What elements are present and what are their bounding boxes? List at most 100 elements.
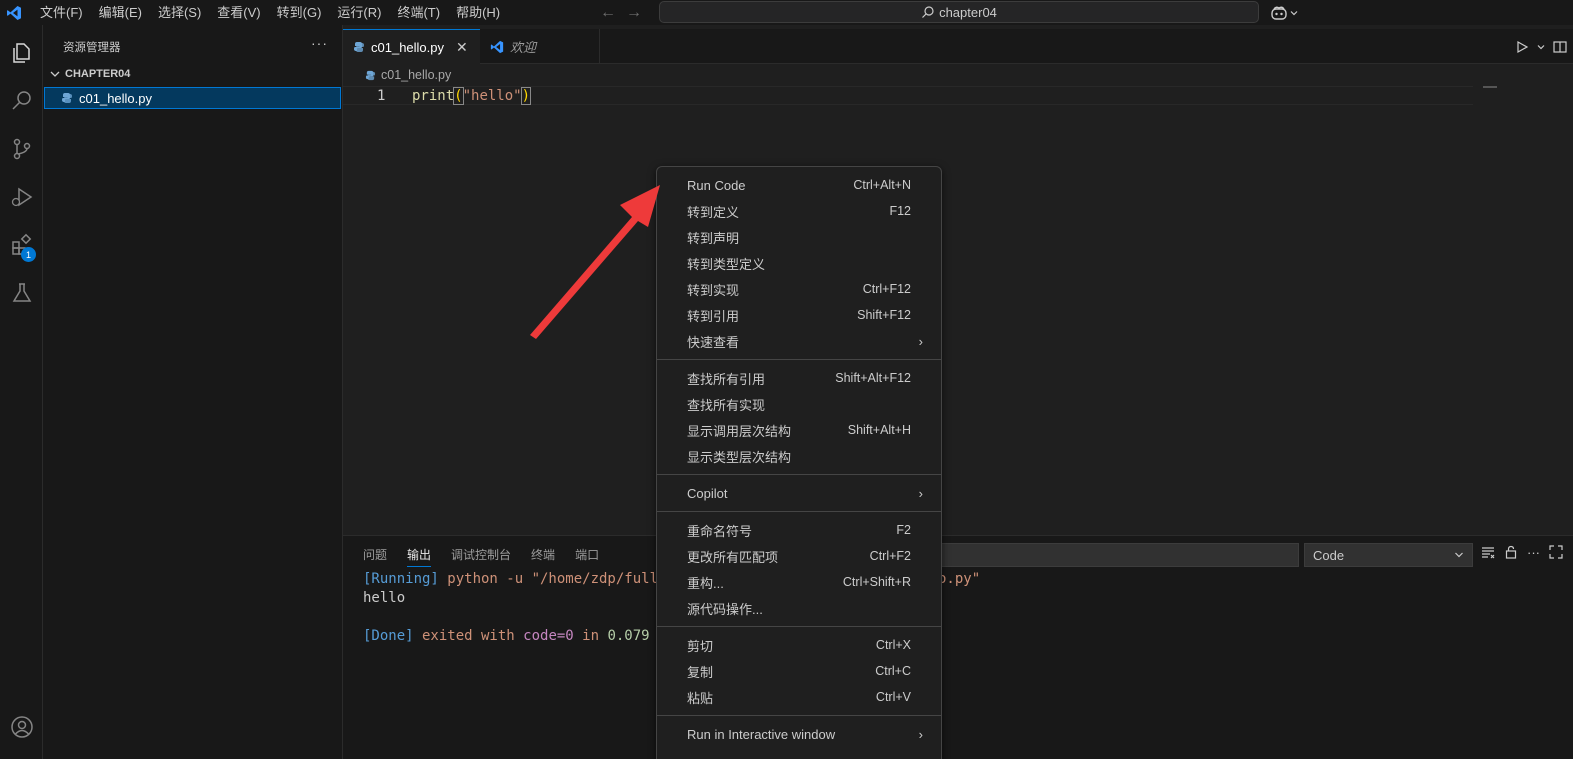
menu-item-shortcut: Ctrl+V bbox=[875, 690, 911, 704]
copilot-button[interactable] bbox=[1270, 0, 1298, 25]
context-menu-item[interactable]: Run in Interactive window › bbox=[657, 721, 941, 747]
context-menu-item[interactable]: 显示类型层次结构 bbox=[657, 443, 941, 469]
tab-debug-console[interactable]: 调试控制台 bbox=[451, 546, 511, 567]
output-exit-code: code=0 bbox=[523, 628, 574, 644]
maximize-icon[interactable] bbox=[1549, 545, 1563, 559]
breadcrumb[interactable]: c01_hello.py bbox=[365, 68, 451, 82]
bottom-panel: 问题 输出 调试控制台 终端 端口 Code ··· [Running] pyt… bbox=[343, 535, 1573, 759]
search-icon bbox=[922, 6, 934, 18]
menu-go[interactable]: 转到(G) bbox=[269, 0, 330, 25]
testing-icon[interactable] bbox=[0, 273, 43, 313]
tab-output[interactable]: 输出 bbox=[407, 546, 432, 567]
chevron-down-icon[interactable] bbox=[1537, 43, 1545, 51]
split-editor-icon[interactable] bbox=[1553, 40, 1567, 54]
menu-item-label: 查找所有实现 bbox=[687, 397, 766, 413]
context-menu-item[interactable]: 重命名符号 F2 bbox=[657, 517, 941, 543]
tab-c01-hello[interactable]: c01_hello.py ✕ bbox=[343, 29, 480, 64]
context-menu-item[interactable]: 重构... Ctrl+Shift+R bbox=[657, 569, 941, 595]
context-menu-item[interactable]: 复制 Ctrl+C bbox=[657, 658, 941, 684]
tab-welcome[interactable]: 欢迎 bbox=[480, 29, 600, 64]
context-menu-item[interactable]: 查找所有实现 bbox=[657, 391, 941, 417]
menu-selection[interactable]: 选择(S) bbox=[150, 0, 209, 25]
menu-item-label: 剪切 bbox=[687, 638, 714, 654]
tab-terminal[interactable]: 终端 bbox=[531, 546, 555, 567]
context-menu-item[interactable]: 转到实现 Ctrl+F12 bbox=[657, 276, 941, 302]
context-menu-item[interactable]: 源代码操作... bbox=[657, 595, 941, 621]
tab-problems[interactable]: 问题 bbox=[363, 546, 387, 567]
more-actions-icon[interactable]: ··· bbox=[311, 35, 328, 51]
vscode-logo-icon bbox=[0, 0, 28, 25]
output-filter-input[interactable] bbox=[939, 543, 1299, 567]
editor-actions bbox=[1515, 29, 1567, 64]
menu-item-shortcut: F12 bbox=[889, 204, 911, 218]
navigation-arrows: ← → bbox=[600, 0, 642, 25]
menu-terminal[interactable]: 终端(T) bbox=[389, 0, 448, 25]
python-file-icon bbox=[354, 42, 364, 52]
chevron-down-icon bbox=[1455, 552, 1463, 558]
menu-view[interactable]: 查看(V) bbox=[209, 0, 268, 25]
clear-output-icon[interactable] bbox=[1481, 545, 1495, 559]
account-icon[interactable] bbox=[0, 707, 43, 747]
context-menu-item[interactable]: 更改所有匹配项 Ctrl+F2 bbox=[657, 543, 941, 569]
menu-item-label: 转到类型定义 bbox=[687, 256, 766, 272]
menu-item-label: 粘贴 bbox=[687, 690, 714, 706]
context-menu-item[interactable]: 显示调用层次结构 Shift+Alt+H bbox=[657, 417, 941, 443]
python-file-icon bbox=[365, 70, 376, 80]
menu-item-label: 复制 bbox=[687, 664, 714, 680]
context-menu: Run Code Ctrl+Alt+N 转到定义 F12 转到声明 转到类型定义 转到实现 C… bbox=[656, 166, 942, 759]
vscode-logo-icon bbox=[490, 40, 504, 53]
menu-item-label: 转到引用 bbox=[687, 308, 740, 324]
close-icon[interactable]: ✕ bbox=[456, 39, 468, 56]
context-menu-item[interactable]: 快速查看 › bbox=[657, 328, 941, 354]
run-icon[interactable] bbox=[1515, 40, 1529, 54]
red-arrow-annotation bbox=[530, 185, 660, 339]
menu-file[interactable]: 文件(F) bbox=[32, 0, 91, 25]
line-number: 1 bbox=[377, 88, 386, 104]
context-menu-item[interactable]: Copilot › bbox=[657, 480, 941, 506]
menu-separator bbox=[657, 626, 941, 627]
menu-item-shortcut: Shift+Alt+F12 bbox=[835, 371, 911, 385]
tab-label: c01_hello.py bbox=[371, 39, 444, 55]
menu-edit[interactable]: 编辑(E) bbox=[91, 0, 150, 25]
menu-item-label: 源代码操作... bbox=[687, 601, 763, 617]
explorer-icon[interactable] bbox=[0, 33, 43, 73]
tab-ports[interactable]: 端口 bbox=[575, 546, 599, 567]
menu-item-label: 转到实现 bbox=[687, 282, 740, 298]
output-channel-select[interactable]: Code bbox=[1304, 543, 1473, 567]
output-command: python -u "/home/zdp/full bbox=[438, 571, 659, 587]
code-line[interactable]: 1 print("hello") bbox=[343, 86, 1473, 105]
lock-icon[interactable] bbox=[1504, 545, 1518, 559]
menu-item-label: 快速查看 bbox=[687, 334, 740, 350]
minimap[interactable] bbox=[1483, 86, 1497, 88]
more-icon[interactable]: ··· bbox=[1527, 545, 1540, 560]
chevron-down-icon bbox=[1290, 10, 1298, 15]
command-center-search[interactable]: chapter04 bbox=[659, 1, 1259, 23]
back-arrow-icon[interactable]: ← bbox=[600, 4, 616, 22]
context-menu-item[interactable]: 查找所有引用 Shift+Alt+F12 bbox=[657, 365, 941, 391]
context-menu-item[interactable]: 转到类型定义 bbox=[657, 250, 941, 276]
file-item-c01-hello[interactable]: c01_hello.py bbox=[44, 87, 341, 109]
forward-arrow-icon[interactable]: → bbox=[626, 4, 642, 22]
menu-help[interactable]: 帮助(H) bbox=[448, 0, 508, 25]
source-control-icon[interactable] bbox=[0, 129, 43, 169]
context-menu-item[interactable]: Run Code Ctrl+Alt+N bbox=[657, 172, 941, 198]
menu-run[interactable]: 运行(R) bbox=[329, 0, 389, 25]
output-log: [Running] python -u "/home/zdp/full o.py"… bbox=[363, 570, 980, 646]
context-menu-item[interactable]: 剪切 Ctrl+X bbox=[657, 632, 941, 658]
context-menu-item[interactable]: 转到引用 Shift+F12 bbox=[657, 302, 941, 328]
menu-item-shortcut: Ctrl+Alt+N bbox=[853, 178, 911, 192]
menu-item-label: Run Code bbox=[687, 177, 746, 193]
context-menu-item[interactable]: 转到声明 bbox=[657, 224, 941, 250]
menu-item-label: 重构... bbox=[687, 575, 724, 591]
run-debug-icon[interactable] bbox=[0, 177, 43, 217]
context-menu-item[interactable]: 粘贴 Ctrl+V bbox=[657, 684, 941, 710]
tab-label: 欢迎 bbox=[510, 40, 537, 55]
panel-actions: ··· bbox=[1481, 545, 1563, 560]
folder-chapter04[interactable]: CHAPTER04 bbox=[49, 68, 130, 80]
context-menu-item[interactable]: 转到定义 F12 bbox=[657, 198, 941, 224]
menu-bar: 文件(F) 编辑(E) 选择(S) 查看(V) 转到(G) 运行(R) 终端(T… bbox=[32, 0, 508, 25]
menu-item-shortcut: Ctrl+X bbox=[875, 638, 911, 652]
search-icon[interactable] bbox=[0, 81, 43, 121]
output-duration: 0.079 bbox=[607, 628, 650, 644]
panel-tabs: 问题 输出 调试控制台 终端 端口 bbox=[363, 546, 599, 567]
